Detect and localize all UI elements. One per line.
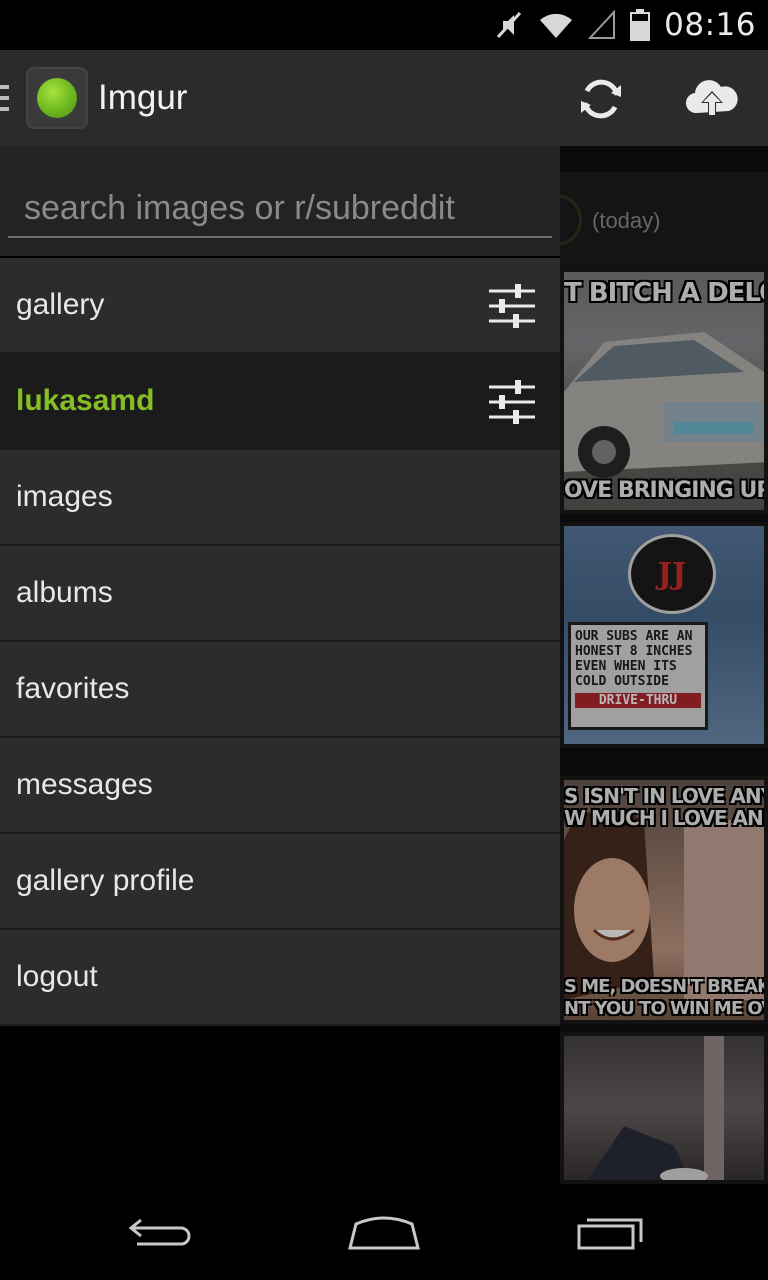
filter-button[interactable]: [486, 376, 538, 428]
sliders-icon: [489, 284, 535, 328]
navigation-drawer: gallery lukasamd images albums: [0, 146, 560, 1184]
drawer-item-images[interactable]: images: [0, 450, 560, 546]
recent-apps-icon: [577, 1218, 643, 1250]
filter-button[interactable]: [486, 280, 538, 332]
search-row: [0, 146, 560, 256]
drawer-item-messages[interactable]: messages: [0, 738, 560, 834]
upload-cloud-icon: [685, 80, 738, 117]
drawer-item-label: favorites: [16, 672, 130, 705]
wifi-icon: [538, 10, 574, 40]
refresh-icon: [581, 79, 621, 119]
drawer-item-label: albums: [16, 576, 113, 609]
drawer-item-label: gallery profile: [16, 864, 195, 897]
system-nav-bar: [0, 1184, 768, 1280]
drawer-scrim[interactable]: [560, 146, 768, 1184]
drawer-item-label: lukasamd: [16, 384, 155, 417]
home-button[interactable]: [344, 1206, 424, 1258]
action-bar: Imgur: [0, 50, 768, 146]
search-input[interactable]: [8, 180, 552, 238]
drawer-item-gallery[interactable]: gallery: [0, 258, 560, 354]
drawer-menu: gallery lukasamd images albums favorites…: [0, 258, 560, 1026]
imgur-logo[interactable]: [26, 67, 88, 129]
drawer-item-label: gallery: [16, 288, 105, 321]
sliders-icon: [489, 380, 535, 424]
refresh-button[interactable]: [574, 72, 628, 126]
drawer-item-gallery-profile[interactable]: gallery profile: [0, 834, 560, 930]
back-icon: [128, 1218, 191, 1246]
drawer-item-logout[interactable]: logout: [0, 930, 560, 1026]
recent-apps-button[interactable]: [570, 1206, 650, 1258]
drawer-item-favorites[interactable]: favorites: [0, 642, 560, 738]
app-title[interactable]: Imgur: [98, 78, 187, 118]
status-bar: 08:16: [0, 0, 768, 50]
drawer-indicator-icon[interactable]: [0, 85, 10, 115]
drawer-item-label: messages: [16, 768, 153, 801]
upload-button[interactable]: [684, 72, 740, 126]
muted-icon: [494, 9, 524, 41]
drawer-item-albums[interactable]: albums: [0, 546, 560, 642]
drawer-item-lukasamd[interactable]: lukasamd: [0, 354, 560, 450]
battery-icon: [630, 9, 651, 41]
home-icon: [348, 1216, 420, 1250]
back-button[interactable]: [120, 1206, 200, 1258]
drawer-item-label: images: [16, 480, 113, 513]
drawer-item-label: logout: [16, 960, 98, 993]
clock: 08:16: [664, 7, 756, 43]
signal-icon: [588, 10, 616, 40]
